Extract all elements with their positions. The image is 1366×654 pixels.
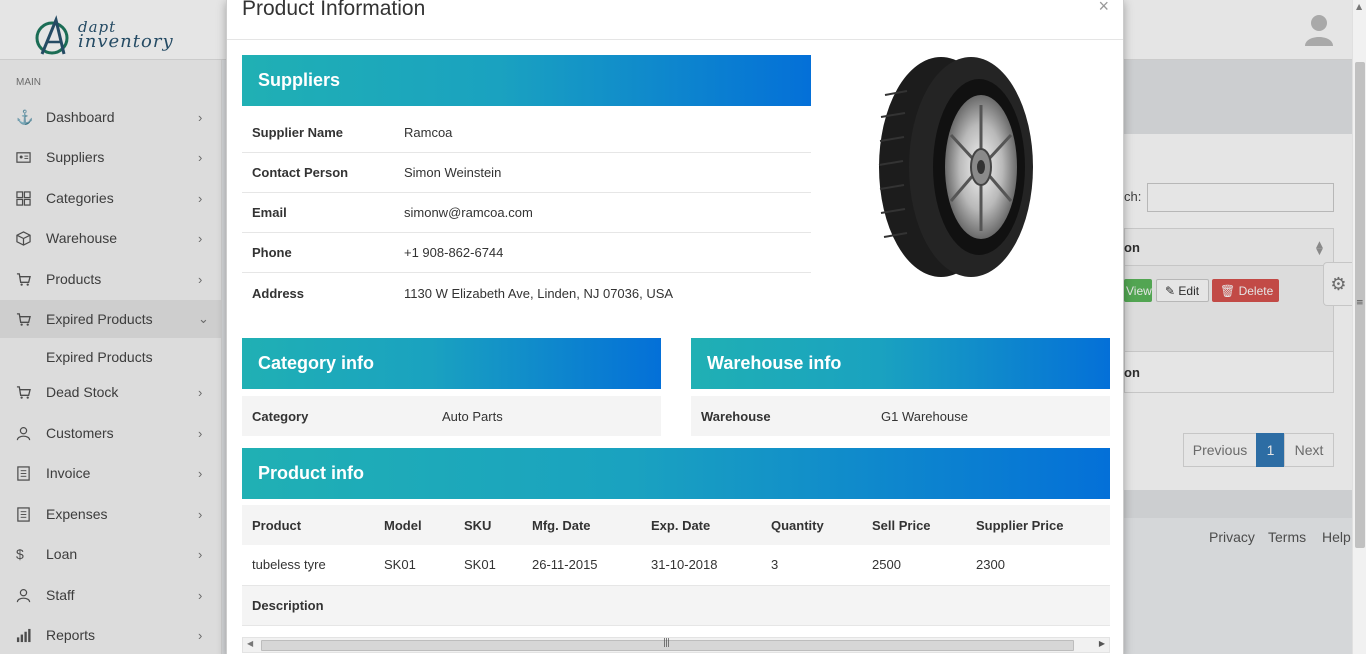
supplier-name-label: Supplier Name	[252, 125, 344, 140]
warehouse-label: Warehouse	[701, 408, 771, 424]
table-header-row: Product Model SKU Mfg. Date Exp. Date Qu…	[242, 505, 1110, 545]
warehouse-info-heading: Warehouse info	[691, 338, 1110, 389]
column-header: Supplier Price	[966, 505, 1110, 545]
description-label: Description	[242, 585, 1110, 626]
scroll-right-arrow-icon[interactable]: ▶	[1099, 639, 1105, 648]
page-scrollbar[interactable]: ▲ ≡	[1352, 0, 1366, 654]
table-cell: SK01	[454, 545, 522, 586]
close-icon[interactable]: ×	[1098, 0, 1109, 17]
description-row: Description	[242, 585, 1110, 626]
table-cell: 26-11-2015	[522, 545, 641, 586]
scrollbar-grip-icon: |||	[663, 638, 670, 648]
category-value: Auto Parts	[442, 408, 503, 424]
phone-value: +1 908-862-6744	[404, 245, 504, 260]
suppliers-heading: Suppliers	[242, 55, 811, 106]
product-info-table: Product Model SKU Mfg. Date Exp. Date Qu…	[242, 505, 1110, 626]
warehouse-row: Warehouse G1 Warehouse	[691, 396, 1110, 436]
modal-title: Product Information	[242, 0, 426, 20]
product-info-modal: Product Information × Suppliers Supplier…	[226, 0, 1124, 654]
product-info-heading: Product info	[242, 448, 1110, 499]
scrollbar-grip-icon: ≡	[1356, 298, 1364, 308]
phone-row: Phone +1 908-862-6744	[242, 233, 811, 273]
column-header: SKU	[454, 505, 522, 545]
product-tire-image	[878, 57, 1033, 277]
table-horizontal-scrollbar[interactable]: ◀ ||| ▶	[242, 637, 1110, 653]
table-cell: SK01	[374, 545, 454, 586]
category-label: Category	[252, 408, 309, 424]
contact-person-label: Contact Person	[252, 165, 349, 180]
modal-header-divider	[227, 39, 1123, 40]
contact-person-row: Contact Person Simon Weinstein	[242, 153, 811, 193]
column-header: Model	[374, 505, 454, 545]
email-row: Email simonw@ramcoa.com	[242, 193, 811, 233]
column-header: Mfg. Date	[522, 505, 641, 545]
supplier-name-row: Supplier Name Ramcoa	[242, 113, 811, 153]
phone-label: Phone	[252, 245, 292, 260]
scroll-up-arrow-icon[interactable]: ▲	[1356, 2, 1362, 11]
supplier-name-value: Ramcoa	[404, 125, 453, 140]
table-row: tubeless tyre SK01 SK01 26-11-2015 31-10…	[242, 545, 1110, 586]
category-info-heading: Category info	[242, 338, 661, 389]
email-label: Email	[252, 205, 287, 220]
email-value: simonw@ramcoa.com	[404, 205, 533, 220]
address-label: Address	[252, 285, 305, 301]
table-cell: 3	[761, 545, 862, 586]
table-cell: 31-10-2018	[641, 545, 761, 586]
table-cell: 2300	[966, 545, 1110, 586]
address-row: Address 1130 W Elizabeth Ave, Linden, NJ…	[242, 273, 811, 313]
column-header: Quantity	[761, 505, 862, 545]
category-row: Category Auto Parts	[242, 396, 661, 436]
warehouse-value: G1 Warehouse	[881, 408, 968, 424]
contact-person-value: Simon Weinstein	[404, 165, 502, 180]
column-header: Exp. Date	[641, 505, 761, 545]
column-header: Sell Price	[862, 505, 966, 545]
scroll-left-arrow-icon[interactable]: ◀	[247, 639, 253, 648]
address-value: 1130 W Elizabeth Ave, Linden, NJ 07036, …	[404, 285, 674, 301]
table-cell: 2500	[862, 545, 966, 586]
table-cell: tubeless tyre	[242, 545, 374, 586]
column-header: Product	[242, 505, 374, 545]
